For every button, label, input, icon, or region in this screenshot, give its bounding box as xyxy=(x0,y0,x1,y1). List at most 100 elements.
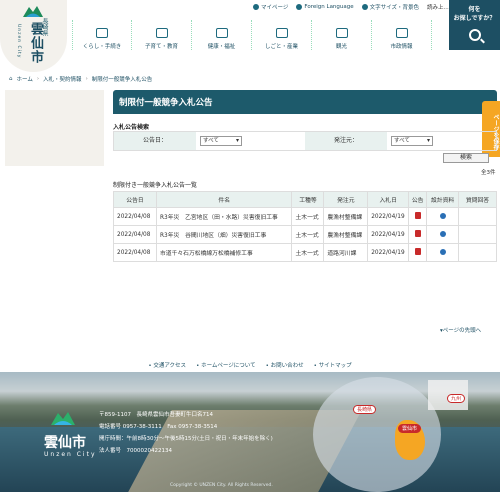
cell-design xyxy=(426,207,460,226)
search-heading: 入札公告検索 xyxy=(113,124,150,131)
breadcrumb-home[interactable]: ホーム xyxy=(17,75,33,83)
search-icon xyxy=(469,29,481,41)
col-type: 工種等 xyxy=(291,191,325,208)
footer-corp-number: 法人番号 7000020422134 xyxy=(99,448,172,454)
cell-type: 土木一式 xyxy=(291,207,325,226)
site-footer: 雲仙市 Unzen City 〒859-1107 長崎県雲仙市吾妻町牛口名714… xyxy=(0,372,500,492)
nav-health-label: 健康・福祉 xyxy=(207,44,236,50)
breadcrumb-current: 制限付一般競争入札公告 xyxy=(91,77,153,83)
table-title: 制限付き一般競争入札公告一覧 xyxy=(113,182,198,189)
site-logo[interactable]: 長崎県 雲仙市 Unzen City xyxy=(0,0,67,72)
footer-logo-mark-icon xyxy=(51,412,75,425)
results-table: 公告日 件名 工種等 発注元 入札日 公告 設計資料 質問回答 2022/04/… xyxy=(113,191,497,262)
cell-type: 土木一式 xyxy=(291,243,325,262)
cell-source: 農漁村整備課 xyxy=(323,207,369,226)
nav-tourism[interactable]: 観光 xyxy=(312,20,372,50)
cell-qa xyxy=(458,243,497,262)
cell-date: 2022/04/08 xyxy=(113,243,157,262)
foreign-language-label: Foreign Language xyxy=(304,4,354,10)
cell-bid-date: 2022/04/19 xyxy=(367,243,410,262)
pdf-icon[interactable] xyxy=(414,230,421,237)
back-to-top-link[interactable]: ▾ページの先頭へ xyxy=(440,326,481,334)
foreign-language-link[interactable]: Foreign Language xyxy=(296,4,354,10)
breadcrumb-separator: › xyxy=(85,76,88,82)
cell-notice xyxy=(408,225,428,244)
nav-work-label: しごと・産業 xyxy=(264,44,298,50)
main-nav: くらし・手続き 子育て・教育 健康・福祉 しごと・産業 観光 市政情報 xyxy=(72,20,432,50)
breadcrumb: ⌂ ホーム › 入札・契約情報 › 制限付一般競争入札公告 xyxy=(0,74,500,84)
cell-source: 農漁村整備課 xyxy=(323,225,369,244)
footer-phone: 電話番号 0957-38-3111 Fax 0957-38-3514 xyxy=(99,424,218,430)
table-header-row: 公告日 件名 工種等 発注元 入札日 公告 設計資料 質問回答 xyxy=(113,191,497,208)
col-notice: 公告 xyxy=(408,191,428,208)
search-form: 公告日： すべて 発注元： すべて xyxy=(113,131,497,151)
map-label-unzen: 雲仙市 xyxy=(398,424,422,433)
footer-link-contact[interactable]: お問い合わせ xyxy=(266,361,304,369)
search-prompt-line2: お探しですか？ xyxy=(453,15,496,22)
nav-city-info-label: 市政情報 xyxy=(390,44,413,50)
col-name: 件名 xyxy=(155,191,293,208)
col-bid-date: 入札日 xyxy=(367,191,410,208)
cell-date: 2022/04/08 xyxy=(113,207,157,226)
cell-bid-date: 2022/04/19 xyxy=(367,207,410,226)
cell-date: 2022/04/08 xyxy=(113,225,157,244)
family-icon xyxy=(155,28,168,38)
footer-links: 交通アクセス ホームページについて お問い合わせ サイトマップ xyxy=(0,361,500,369)
download-icon[interactable] xyxy=(439,212,446,219)
footer-romaji: Unzen City xyxy=(44,451,97,458)
cell-design xyxy=(426,225,460,244)
mypage-label: マイページ xyxy=(261,5,289,11)
nav-work[interactable]: しごと・産業 xyxy=(252,20,312,50)
read-aloud-link[interactable]: 読み上... xyxy=(427,3,449,11)
table-row: 2022/04/08 R3年災 乙宮地区（田・水路）災害復旧工事 土木一式 農漁… xyxy=(113,207,497,226)
breadcrumb-separator: › xyxy=(36,76,40,82)
cell-type: 土木一式 xyxy=(291,225,325,244)
cell-qa xyxy=(458,207,497,226)
cell-notice xyxy=(408,207,428,226)
search-submit-button[interactable]: 検索 xyxy=(443,153,489,163)
logo-mark-icon xyxy=(23,6,43,17)
sidebar xyxy=(5,90,104,166)
mypage-link[interactable]: マイページ xyxy=(253,3,288,11)
col-design: 設計資料 xyxy=(426,191,460,208)
nav-living-label: くらし・手続き xyxy=(82,44,122,50)
table-row: 2022/04/08 市道千々石万松橋線万松橋補修工事 土木一式 道路河川課 2… xyxy=(113,243,497,262)
nav-health[interactable]: 健康・福祉 xyxy=(192,20,252,50)
col-qa: 質問回答 xyxy=(458,191,497,208)
logo-city-name: 雲仙市 xyxy=(28,22,43,64)
pdf-icon[interactable] xyxy=(414,248,421,255)
text-size-link[interactable]: 文字サイズ・背景色 xyxy=(361,3,419,11)
cell-name: R3年災 谷間川地区（畑）災害復旧工事 xyxy=(155,225,293,244)
site-search-button[interactable]: 何をお探しですか？ xyxy=(449,0,500,50)
globe-icon xyxy=(296,4,303,10)
logo-romaji: Unzen City xyxy=(16,24,21,59)
nav-city-info[interactable]: 市政情報 xyxy=(372,20,432,50)
cell-qa xyxy=(458,225,497,244)
result-count: 全3件 xyxy=(481,170,496,176)
health-icon xyxy=(215,28,228,38)
source-select[interactable]: すべて xyxy=(391,136,433,146)
home-icon: ⌂ xyxy=(9,76,13,82)
pin-icon xyxy=(253,4,259,10)
nav-childcare[interactable]: 子育て・教育 xyxy=(132,20,192,50)
download-icon[interactable] xyxy=(439,248,446,255)
back-to-top-label: ページの先頭へ xyxy=(442,328,482,334)
work-icon xyxy=(275,28,288,38)
date-select[interactable]: すべて xyxy=(200,136,242,146)
download-icon[interactable] xyxy=(439,230,446,237)
search-prompt-line1: 何を xyxy=(468,6,481,13)
footer-link-access[interactable]: 交通アクセス xyxy=(148,361,186,369)
nav-living[interactable]: くらし・手続き xyxy=(72,20,132,50)
col-date: 公告日 xyxy=(113,191,157,208)
cell-notice xyxy=(408,243,428,262)
search-prompt: 何をお探しですか？ xyxy=(449,5,500,23)
pdf-icon[interactable] xyxy=(414,212,421,219)
text-size-label: 文字サイズ・背景色 xyxy=(369,5,419,11)
house-icon xyxy=(96,28,108,38)
footer-link-about[interactable]: ホームページについて xyxy=(196,361,256,369)
breadcrumb-bidding[interactable]: 入札・契約情報 xyxy=(43,75,82,83)
person-icon xyxy=(361,4,368,10)
cell-source: 道路河川課 xyxy=(323,243,369,262)
cell-bid-date: 2022/04/19 xyxy=(367,225,410,244)
footer-link-sitemap[interactable]: サイトマップ xyxy=(314,361,352,369)
